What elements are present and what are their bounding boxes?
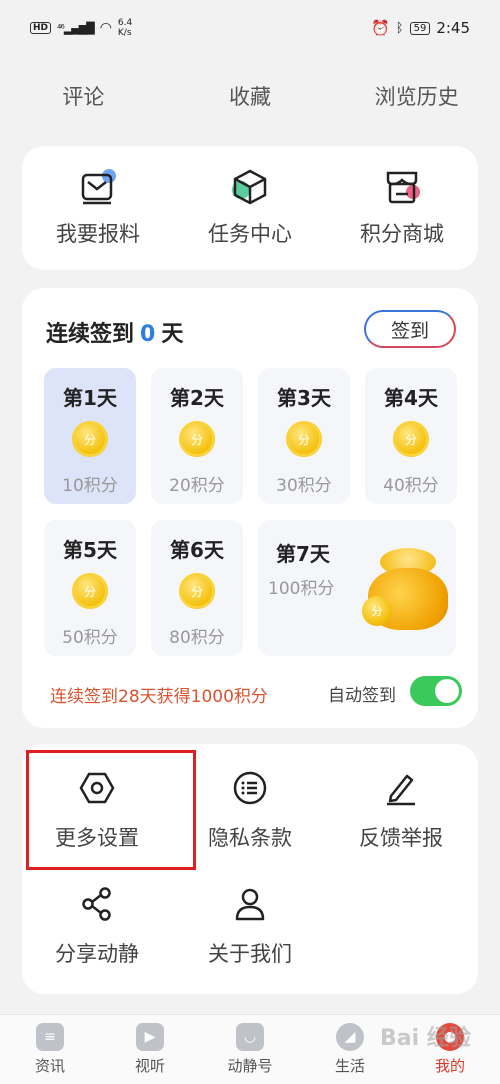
toggle-knob [435,679,459,703]
setting-share-label: 分享动静 [55,942,139,966]
nav-video[interactable]: ▶ 视听 [105,1023,195,1076]
day-card-4[interactable]: 第4天 分 40积分 [365,368,457,504]
day-points: 50积分 [62,628,118,648]
net-speed: 6.4 K/s [118,18,132,38]
day-label: 第2天 [170,386,224,410]
day-label: 第3天 [277,386,331,410]
clock: 2:45 [436,19,470,37]
checkin-card: 连续签到 0 天 签到 第1天 分 10积分 第2天 分 20积分 第3天 分 … [22,288,478,728]
coin-icon: 分 [286,421,322,457]
status-right: ⏰ ᛒ 59 2:45 [371,19,470,37]
setting-share[interactable]: 分享动静 [22,886,172,968]
service-store-label: 积分商城 [360,222,444,246]
auto-checkin-label: 自动签到 [328,686,396,706]
day-card-5[interactable]: 第5天 分 50积分 [44,520,136,656]
setting-privacy-label: 隐私条款 [208,826,292,850]
checkin-title-prefix: 连续签到 [46,322,135,347]
coin-icon: 分 [393,421,429,457]
cube-icon [232,169,267,205]
day-card-7[interactable]: 第7天 100积分 分 [258,520,456,656]
day-label: 第5天 [63,538,117,562]
bluetooth-icon: ᛒ [395,20,404,36]
tab-history[interactable]: 浏览历史 [337,81,497,111]
day-points: 10积分 [62,476,118,496]
day-label: 第4天 [384,386,438,410]
user-icon [235,888,265,921]
wifi-icon: ◠ [99,20,112,36]
play-icon: ▶ [136,1023,164,1051]
signal-icon: ⁴⁶▂▄▆█ [57,21,95,35]
nav-label: 动静号 [227,1057,273,1075]
coin-icon: 分 [72,573,108,609]
service-tasks[interactable]: 任务中心 [175,168,325,248]
network-type: ⁴⁶ [57,21,65,35]
services-card: 我要报料 任务中心 积分商城 [22,146,478,270]
service-report[interactable]: 我要报料 [23,168,173,248]
share-icon [82,887,111,921]
news-icon: ≡ [36,1023,64,1051]
net-speed-value: 6.4 [117,18,133,28]
setting-privacy[interactable]: 隐私条款 [175,770,325,852]
day-points: 20积分 [169,476,225,496]
chat-icon: ◡ [236,1023,264,1051]
day-card-2[interactable]: 第2天 分 20积分 [151,368,243,504]
auto-checkin-toggle[interactable] [410,676,462,706]
checkin-title: 连续签到 0 天 [46,316,183,348]
day-card-1[interactable]: 第1天 分 10积分 [44,368,136,504]
top-tabs: 评论 收藏 浏览历史 [0,68,500,124]
tab-favorites[interactable]: 收藏 [170,81,330,111]
service-report-label: 我要报料 [56,222,140,246]
day-points: 30积分 [276,476,332,496]
nav-label: 视听 [134,1057,165,1075]
highlight-box [26,750,196,870]
nav-label: 资讯 [34,1057,65,1075]
nav-label: 生活 [334,1057,365,1075]
checkin-title-suffix: 天 [161,322,184,347]
watermark: Bai 经验 [380,1026,471,1051]
status-left: HD ⁴⁶▂▄▆█ ◠ 6.4 K/s [30,18,132,38]
day-card-3[interactable]: 第3天 分 30积分 [258,368,350,504]
nav-channel[interactable]: ◡ 动静号 [205,1023,295,1076]
nav-label: 我的 [434,1057,465,1075]
day-label: 第6天 [170,538,224,562]
nav-news[interactable]: ≡ 资讯 [5,1023,95,1076]
service-store[interactable]: 积分商城 [327,168,477,248]
checkin-count: 0 [140,322,156,347]
tab-comments[interactable]: 评论 [3,81,163,111]
list-icon [233,771,267,805]
checkin-button[interactable]: 签到 [364,310,456,348]
setting-feedback-label: 反馈举报 [359,826,443,850]
hd-badge: HD [30,22,52,34]
day-points: 100积分 [268,579,335,599]
alarm-icon: ⏰ [371,19,390,37]
mail-icon [81,169,116,205]
coin-icon: 分 [179,421,215,457]
net-speed-unit: K/s [117,28,132,38]
day-points: 40积分 [383,476,439,496]
day-card-6[interactable]: 第6天 分 80积分 [151,520,243,656]
bonus-text: 连续签到28天获得1000积分 [50,687,268,707]
day-label: 第7天 [276,542,330,566]
day-points: 80积分 [169,628,225,648]
gold-pot-icon: 分 [362,542,452,632]
pen-icon [387,774,415,806]
status-bar: HD ⁴⁶▂▄▆█ ◠ 6.4 K/s ⏰ ᛒ 59 2:45 [0,0,500,56]
coin-icon: 分 [72,421,108,457]
setting-about[interactable]: 关于我们 [175,886,325,968]
coin-icon: 分 [179,573,215,609]
day-label: 第1天 [63,386,117,410]
store-icon [386,171,420,204]
coin-icon: 分 [362,596,392,626]
setting-about-label: 关于我们 [208,942,292,966]
battery-indicator: 59 [409,21,431,35]
compass-icon: ◢ [336,1023,364,1051]
service-tasks-label: 任务中心 [208,222,292,246]
setting-feedback[interactable]: 反馈举报 [326,770,476,852]
